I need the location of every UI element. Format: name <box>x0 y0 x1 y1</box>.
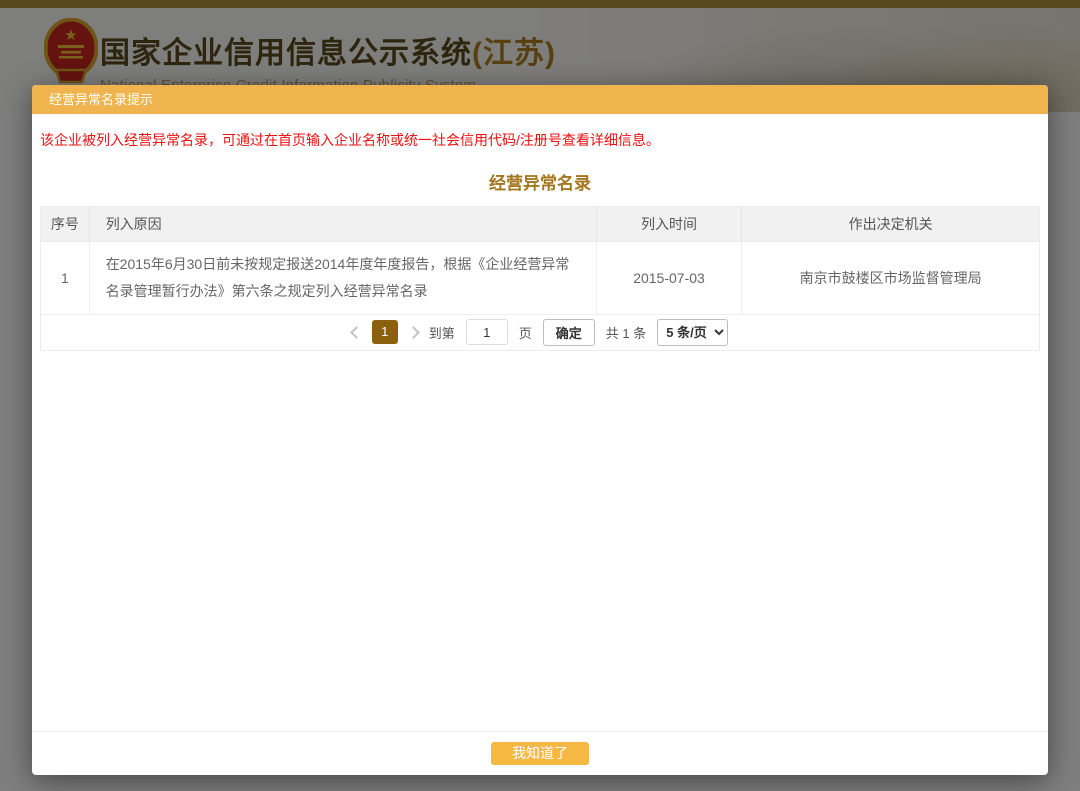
col-header-date: 列入时间 <box>596 207 742 241</box>
chevron-right-icon[interactable] <box>407 326 420 339</box>
col-header-authority: 作出决定机关 <box>742 207 1039 241</box>
abnormal-operations-dialog: 经营异常名录提示 该企业被列入经营异常名录，可通过在首页输入企业名称或统一社会信… <box>32 85 1048 775</box>
col-header-reason: 列入原因 <box>89 207 596 241</box>
page-size-select[interactable]: 5 条/页 <box>657 319 728 346</box>
dialog-footer: 我知道了 <box>32 731 1048 775</box>
section-title: 经营异常名录 <box>32 169 1048 194</box>
page-number-input[interactable] <box>466 319 508 345</box>
table-header-row: 序号 列入原因 列入时间 作出决定机关 <box>41 207 1039 241</box>
cell-index: 1 <box>41 241 89 314</box>
confirm-page-button[interactable]: 确定 <box>543 319 595 346</box>
acknowledge-button[interactable]: 我知道了 <box>491 742 589 765</box>
cell-reason: 在2015年6月30日前未按规定报送2014年度年度报告，根据《企业经营异常名录… <box>89 241 596 314</box>
total-count-label: 共 1 条 <box>606 323 646 342</box>
table-row: 1 在2015年6月30日前未按规定报送2014年度年度报告，根据《企业经营异常… <box>41 241 1039 314</box>
pagination-bar: 1 到第 页 确定 共 1 条 5 条/页 <box>41 315 1039 350</box>
warning-notice-text: 该企业被列入经营异常名录，可通过在首页输入企业名称或统一社会信用代码/注册号查看… <box>32 114 1048 150</box>
abnormal-list-table: 序号 列入原因 列入时间 作出决定机关 1 在2015年6月30日前未按规定报送… <box>40 206 1040 351</box>
dialog-titlebar: 经营异常名录提示 <box>32 85 1048 114</box>
active-page-button[interactable]: 1 <box>372 320 398 344</box>
cell-date: 2015-07-03 <box>596 241 742 314</box>
col-header-index: 序号 <box>41 207 89 241</box>
page-unit-label: 页 <box>519 323 532 342</box>
cell-authority: 南京市鼓楼区市场监督管理局 <box>742 241 1039 314</box>
chevron-left-icon[interactable] <box>350 326 363 339</box>
goto-page-label: 到第 <box>429 323 455 342</box>
